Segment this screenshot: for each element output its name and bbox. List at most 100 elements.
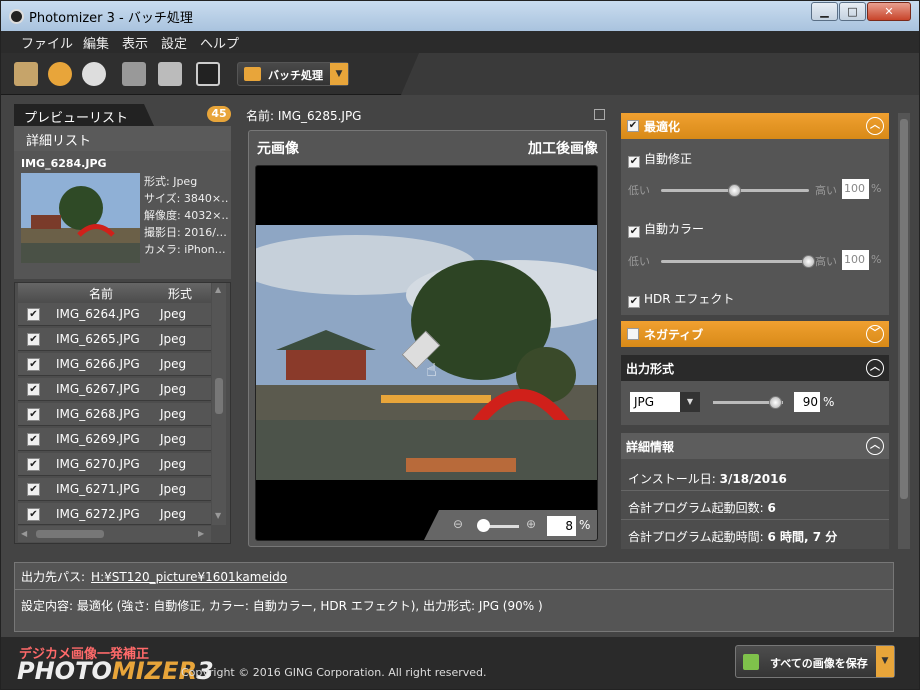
file-list: 名前 形式 ✔ IMG_6264.JPG Jpeg ✔ IMG_6265.JPG Jpe… [14,282,231,544]
list-vertical-scrollbar[interactable]: ▲ ▼ [212,283,226,525]
open-image-icon[interactable] [14,62,38,86]
hdr-checkbox[interactable]: ✔ [628,296,640,308]
zoom-slider-knob[interactable] [477,519,490,532]
preview-canvas[interactable]: ☝ ⊖ ⊕ 8 % [255,165,598,541]
menu-help[interactable]: ヘルプ [200,33,239,52]
section-optimize-header[interactable]: ✔ 最適化 ︿ [621,113,889,139]
list-item[interactable]: ✔ IMG_6268.JPG Jpeg [18,403,211,426]
section-details-header[interactable]: 詳細情報 ︿ [621,433,889,459]
delete-icon[interactable] [122,62,146,86]
collapse-icon[interactable]: ︿ [866,359,884,377]
menu-view[interactable]: 表示 [122,33,148,52]
zoom-input[interactable]: 8 [547,516,576,536]
auto-color-checkbox[interactable]: ✔ [628,226,640,238]
expand-icon[interactable]: ﹀ [866,325,884,343]
scroll-left-icon[interactable]: ◀ [21,529,27,538]
processed-image-label: 加工後画像 [528,141,598,157]
row-checkbox[interactable]: ✔ [27,308,40,321]
settings-scrollbar[interactable] [898,113,910,549]
row-format: Jpeg [160,482,187,496]
list-item[interactable]: ✔ IMG_6265.JPG Jpeg [18,328,211,351]
batch-process-button[interactable]: バッチ処理 ▼ [237,62,349,86]
zoom-in-icon[interactable]: ⊕ [526,517,536,531]
auto-fix-checkbox[interactable]: ✔ [628,156,640,168]
auto-fix-option[interactable]: ✔ 自動修正 [628,150,692,168]
format-select[interactable]: JPG [630,392,680,412]
row-checkbox[interactable]: ✔ [27,408,40,421]
minimize-button[interactable]: ▁ [811,2,838,21]
menu-edit[interactable]: 編集 [83,33,109,52]
maximize-button[interactable]: □ [839,2,866,21]
menu-settings[interactable]: 設定 [161,33,187,52]
row-format: Jpeg [160,507,187,521]
list-item[interactable]: ✔ IMG_6266.JPG Jpeg [18,353,211,376]
quality-input[interactable]: 90 [794,392,820,412]
slider-knob[interactable] [728,184,741,197]
list-item[interactable]: ✔ IMG_6269.JPG Jpeg [18,428,211,451]
save-all-button[interactable]: すべての画像を保存 ▼ [735,645,895,678]
menu-file[interactable]: ファイル [21,33,73,52]
auto-fix-value-input[interactable]: 100 [842,179,869,199]
row-format: Jpeg [160,407,187,421]
auto-color-value-input[interactable]: 100 [842,250,869,270]
auto-fix-slider-row: 低い 高い 100 % [628,179,886,199]
tab-preview-list[interactable]: プレビューリスト [14,104,154,126]
slider-knob[interactable] [769,396,782,409]
popout-icon[interactable] [594,109,605,120]
quality-slider[interactable] [713,396,783,409]
zoom-out-icon[interactable]: ⊖ [453,517,463,531]
row-checkbox[interactable]: ✔ [27,483,40,496]
auto-color-slider[interactable] [661,255,815,268]
print-icon[interactable] [158,62,182,86]
camera-import-icon[interactable] [82,62,106,86]
slider-knob[interactable] [802,255,815,268]
list-item[interactable]: ✔ IMG_6270.JPG Jpeg [18,453,211,476]
file-info-camera: カメラ: iPhon… [144,243,226,256]
section-negative-header[interactable]: ネガティブ ﹀ [621,321,889,347]
chevron-down-icon[interactable]: ▼ [876,646,894,677]
chevron-down-icon[interactable]: ▼ [330,63,348,85]
row-checkbox[interactable]: ✔ [27,458,40,471]
list-item[interactable]: ✔ IMG_6264.JPG Jpeg [18,303,211,326]
scroll-thumb[interactable] [215,378,223,414]
fullscreen-icon[interactable] [196,62,220,86]
row-checkbox[interactable]: ✔ [27,358,40,371]
collapse-icon[interactable]: ︿ [866,437,884,455]
row-checkbox[interactable]: ✔ [27,333,40,346]
tab-detail-list[interactable]: 詳細リスト [14,126,231,151]
row-checkbox[interactable]: ✔ [27,508,40,521]
app-icon [9,9,24,24]
negative-checkbox[interactable] [627,328,639,340]
list-item[interactable]: ✔ IMG_6271.JPG Jpeg [18,478,211,501]
section-output-format-header[interactable]: 出力形式 ︿ [621,355,889,381]
launch-time-row: 合計プログラム起動時間: 6 時間, 7 分 [628,528,837,545]
scroll-up-icon[interactable]: ▲ [215,285,221,294]
chevron-down-icon[interactable]: ▼ [680,392,700,412]
menu-bar: ファイル 編集 表示 設定 ヘルプ [1,31,919,53]
open-folder-icon[interactable] [48,62,72,86]
output-path-link[interactable]: H:¥ST120_picture¥1601kameido [91,570,287,584]
row-checkbox[interactable]: ✔ [27,433,40,446]
auto-fix-label: 自動修正 [644,152,693,166]
auto-fix-slider[interactable] [661,184,809,197]
scroll-thumb[interactable] [900,119,908,499]
launch-time-value: 6 時間, 7 分 [767,530,838,544]
scroll-right-icon[interactable]: ▶ [198,529,204,538]
scroll-thumb[interactable] [36,530,104,538]
scroll-down-icon[interactable]: ▼ [215,511,221,520]
list-item[interactable]: ✔ IMG_6267.JPG Jpeg [18,378,211,401]
batch-label: バッチ処理 [268,69,323,82]
hdr-option[interactable]: ✔ HDR エフェクト [628,290,734,308]
row-name: IMG_6266.JPG [56,357,140,371]
list-horizontal-scrollbar[interactable]: ◀ ▶ [18,526,211,542]
column-header-name[interactable]: 名前 [89,285,113,302]
list-item[interactable]: ✔ IMG_6272.JPG Jpeg [18,503,211,525]
collapse-icon[interactable]: ︿ [866,117,884,135]
file-info-format: 形式: Jpeg [144,175,198,188]
optimize-checkbox[interactable]: ✔ [627,120,639,132]
column-header-format[interactable]: 形式 [168,285,192,302]
quality-pct: % [823,395,835,409]
close-button[interactable]: ✕ [867,2,911,21]
auto-color-option[interactable]: ✔ 自動カラー [628,220,704,238]
row-checkbox[interactable]: ✔ [27,383,40,396]
